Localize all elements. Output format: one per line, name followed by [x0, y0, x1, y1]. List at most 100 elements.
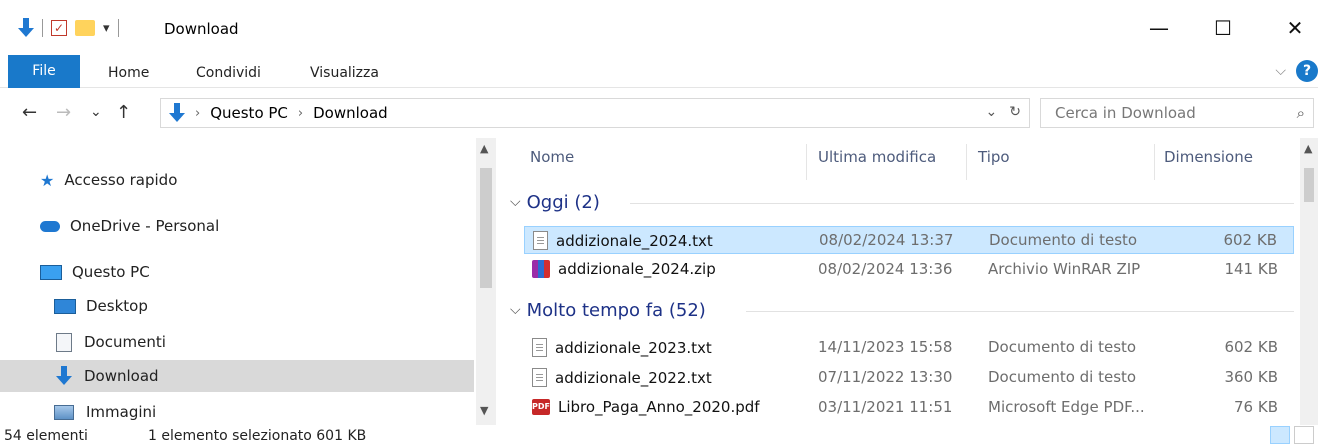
properties-icon[interactable]: ✓	[51, 20, 67, 36]
navigation-pane: ★ Accesso rapido OneDrive - Personal Que…	[0, 138, 498, 425]
file-type: Documento di testo	[988, 338, 1137, 356]
cloud-icon	[40, 220, 60, 232]
breadcrumb-separator: ›	[297, 105, 304, 121]
group-label: Molto tempo fa (52)	[526, 299, 706, 321]
file-name: addizionale_2023.txt	[555, 338, 712, 357]
nav-this-pc[interactable]: Questo PC	[0, 256, 474, 288]
details-view-button[interactable]	[1270, 426, 1290, 444]
file-row[interactable]: addizionale_2022.txt 07/11/2022 13:30 Do…	[524, 364, 1294, 392]
search-input[interactable]: Cerca in Download ⌕	[1040, 98, 1314, 128]
column-header-size[interactable]: Dimensione	[1164, 148, 1253, 166]
new-folder-icon[interactable]	[75, 20, 95, 36]
up-button[interactable]: ↑	[116, 102, 131, 123]
search-icon[interactable]: ⌕	[1297, 99, 1305, 127]
window-title: Download	[164, 20, 239, 38]
nav-item-label: Accesso rapido	[64, 171, 178, 189]
nav-desktop[interactable]: Desktop	[0, 290, 474, 322]
toolbar-divider	[117, 19, 119, 37]
expand-ribbon-icon[interactable]: ⌵	[1275, 63, 1286, 79]
file-modified: 14/11/2023 15:58	[818, 338, 953, 356]
nav-scrollbar[interactable]: ▲ ▼	[476, 138, 496, 425]
nav-item-label: Desktop	[86, 297, 148, 315]
file-list: Nome Ultima modifica Tipo Dimensione ⌵ O…	[510, 138, 1300, 425]
scroll-up-icon[interactable]: ▲	[1304, 142, 1312, 155]
column-divider[interactable]	[806, 144, 807, 180]
breadcrumb-this-pc[interactable]: Questo PC	[210, 104, 288, 122]
breadcrumb-separator: ›	[195, 105, 201, 121]
file-modified: 03/11/2021 11:51	[818, 398, 953, 416]
file-name: addizionale_2024.zip	[558, 260, 716, 278]
file-row[interactable]: addizionale_2024.txt 08/02/2024 13:37 Do…	[524, 226, 1294, 254]
nav-quick-access[interactable]: ★ Accesso rapido	[0, 164, 474, 196]
file-size: 360 KB	[1224, 368, 1278, 386]
group-collapse-icon[interactable]: ⌵	[510, 302, 521, 318]
download-icon	[18, 18, 34, 38]
selection-info: 1 elemento selezionato 601 KB	[148, 428, 367, 444]
breadcrumb-download[interactable]: Download	[313, 104, 388, 122]
column-header-name[interactable]: Nome	[530, 148, 574, 166]
nav-pictures[interactable]: Immagini	[0, 396, 474, 428]
group-collapse-icon[interactable]: ⌵	[510, 194, 521, 210]
toolbar-divider	[42, 19, 43, 37]
column-divider[interactable]	[966, 144, 967, 180]
address-row: ← → ⌄ ↑ › Questo PC › Download ⌄ ↻ Cerca…	[0, 88, 1318, 138]
customize-toolbar-button[interactable]: ▾	[103, 21, 110, 36]
scroll-down-icon[interactable]: ▼	[480, 404, 488, 417]
desktop-icon	[54, 298, 76, 314]
tab-share[interactable]: Condividi	[196, 59, 261, 88]
nav-item-label: Immagini	[86, 403, 157, 421]
nav-documents[interactable]: Documenti	[0, 326, 474, 358]
tab-home[interactable]: Home	[108, 59, 149, 88]
file-row[interactable]: PDF Libro_Paga_Anno_2020.pdf 03/11/2021 1…	[524, 394, 1294, 422]
nav-item-label: OneDrive - Personal	[70, 217, 220, 235]
column-header-modified[interactable]: Ultima modifica	[818, 148, 936, 166]
address-dropdown-icon[interactable]: ⌄	[986, 104, 998, 120]
nav-scroll-thumb[interactable]	[480, 168, 492, 288]
nav-item-label: Download	[84, 367, 159, 385]
group-header-today[interactable]: ⌵ Oggi (2)	[510, 188, 600, 216]
txt-file-icon	[533, 231, 548, 250]
status-bar: 54 elementi 1 elemento selezionato 601 K…	[0, 425, 1318, 447]
file-size: 602 KB	[1223, 231, 1277, 249]
large-icons-view-button[interactable]	[1294, 426, 1314, 444]
file-modified: 08/02/2024 13:37	[819, 231, 954, 249]
nav-download[interactable]: Download	[0, 360, 474, 392]
title-bar: ✓ ▾ Download — ☐ ✕	[0, 0, 1318, 54]
forward-button[interactable]: →	[56, 102, 71, 123]
file-size: 141 KB	[1224, 260, 1278, 278]
documents-icon	[56, 332, 72, 352]
minimize-button[interactable]: —	[1136, 10, 1182, 46]
file-row[interactable]: addizionale_2023.txt 14/11/2023 15:58 Do…	[524, 334, 1294, 362]
pictures-icon	[54, 404, 74, 420]
column-header-type[interactable]: Tipo	[978, 148, 1010, 166]
tab-file[interactable]: File	[8, 55, 80, 88]
zip-file-icon	[532, 260, 550, 278]
close-button[interactable]: ✕	[1272, 10, 1318, 46]
back-button[interactable]: ←	[22, 102, 37, 123]
ribbon: File Home Condividi Visualizza ⌵ ?	[0, 54, 1318, 88]
file-name: addizionale_2022.txt	[555, 368, 712, 387]
refresh-icon[interactable]: ↻	[1009, 104, 1021, 120]
nav-item-label: Documenti	[84, 333, 166, 351]
recent-locations-button[interactable]: ⌄	[90, 104, 102, 120]
scroll-up-icon[interactable]: ▲	[480, 142, 488, 155]
file-name: addizionale_2024.txt	[556, 231, 713, 250]
nav-item-label: Questo PC	[72, 263, 150, 281]
group-label: Oggi (2)	[526, 191, 600, 213]
file-list-scrollbar[interactable]: ▲	[1300, 138, 1318, 425]
tab-view[interactable]: Visualizza	[310, 59, 379, 88]
item-count: 54 elementi	[4, 428, 88, 444]
star-icon: ★	[40, 170, 55, 190]
maximize-button[interactable]: ☐	[1200, 10, 1246, 46]
help-icon[interactable]: ?	[1296, 60, 1318, 82]
group-header-long-ago[interactable]: ⌵ Molto tempo fa (52)	[510, 296, 706, 324]
file-scroll-thumb[interactable]	[1304, 168, 1314, 202]
column-divider[interactable]	[1154, 144, 1155, 180]
file-modified: 08/02/2024 13:36	[818, 260, 953, 278]
address-bar[interactable]: › Questo PC › Download ⌄ ↻	[160, 98, 1030, 128]
file-row[interactable]: addizionale_2024.zip 08/02/2024 13:36 Ar…	[524, 256, 1294, 284]
nav-onedrive[interactable]: OneDrive - Personal	[0, 210, 474, 242]
txt-file-icon	[532, 368, 547, 387]
download-icon	[56, 366, 72, 386]
file-size: 602 KB	[1224, 338, 1278, 356]
